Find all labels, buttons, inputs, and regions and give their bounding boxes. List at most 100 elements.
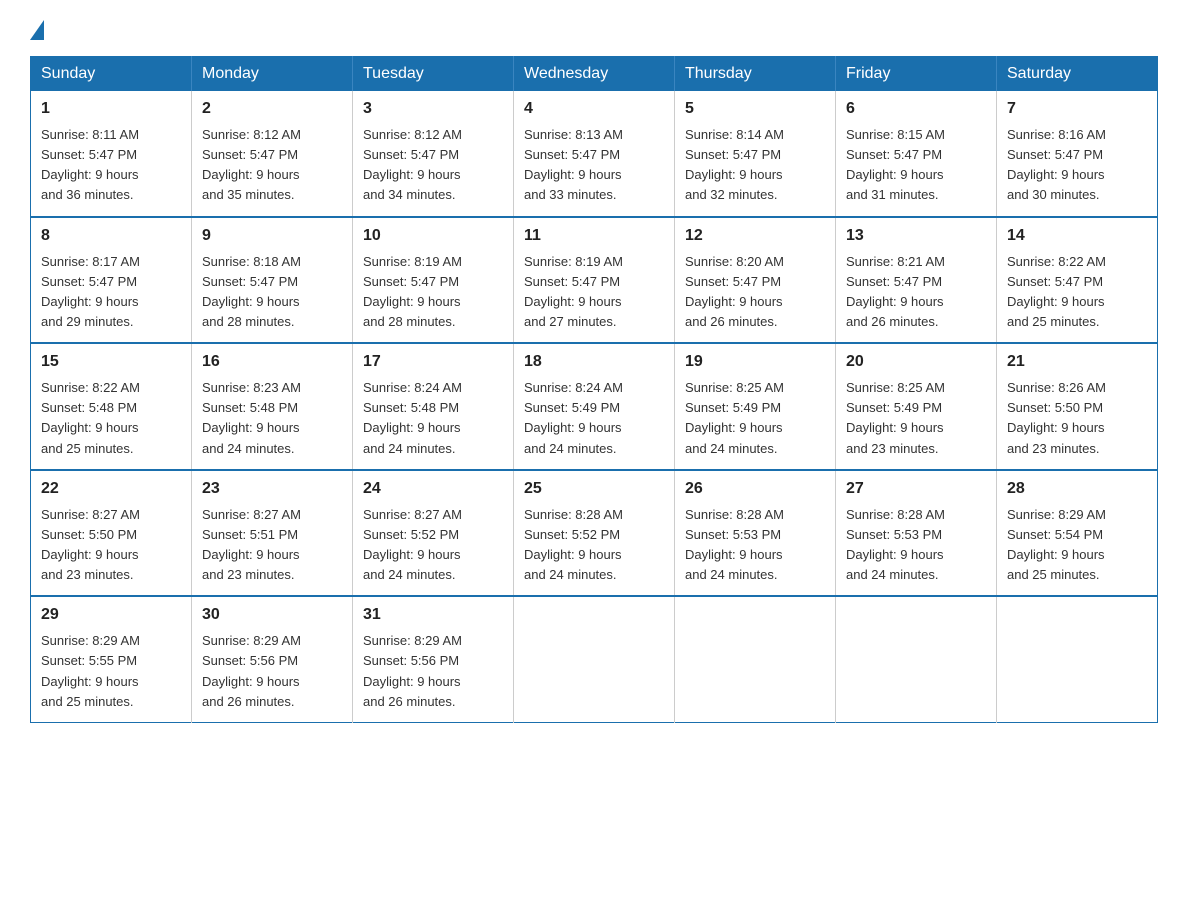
calendar-cell: 27 Sunrise: 8:28 AMSunset: 5:53 PMDayligh… <box>836 470 997 597</box>
calendar-cell <box>675 596 836 722</box>
day-number: 20 <box>846 350 986 374</box>
day-number: 26 <box>685 477 825 501</box>
calendar-week-row: 22Sunrise: 8:27 AMSunset: 5:50 PMDayligh… <box>31 470 1158 597</box>
weekday-header-monday: Monday <box>192 57 353 92</box>
calendar-cell: 8Sunrise: 8:17 AMSunset: 5:47 PMDaylight… <box>31 217 192 344</box>
day-number: 15 <box>41 350 181 374</box>
day-info: Sunrise: 8:15 AMSunset: 5:47 PMDaylight:… <box>846 127 945 202</box>
day-info: Sunrise: 8:16 AMSunset: 5:47 PMDaylight:… <box>1007 127 1106 202</box>
calendar-cell: 19 Sunrise: 8:25 AMSunset: 5:49 PMDayligh… <box>675 343 836 470</box>
day-info: Sunrise: 8:28 AMSunset: 5:53 PMDaylight:… <box>846 507 945 582</box>
calendar-cell <box>836 596 997 722</box>
calendar-week-row: 1Sunrise: 8:11 AMSunset: 5:47 PMDaylight… <box>31 91 1158 217</box>
calendar-cell <box>514 596 675 722</box>
day-number: 2 <box>202 97 342 121</box>
day-number: 30 <box>202 603 342 627</box>
day-number: 17 <box>363 350 503 374</box>
calendar-cell: 1Sunrise: 8:11 AMSunset: 5:47 PMDaylight… <box>31 91 192 217</box>
day-number: 21 <box>1007 350 1147 374</box>
day-number: 3 <box>363 97 503 121</box>
calendar-cell: 18 Sunrise: 8:24 AMSunset: 5:49 PMDayligh… <box>514 343 675 470</box>
day-number: 18 <box>524 350 664 374</box>
weekday-header-thursday: Thursday <box>675 57 836 92</box>
calendar-cell: 12Sunrise: 8:20 AMSunset: 5:47 PMDayligh… <box>675 217 836 344</box>
day-info: Sunrise: 8:19 AMSunset: 5:47 PMDaylight:… <box>363 254 462 329</box>
calendar-cell: 9 Sunrise: 8:18 AMSunset: 5:47 PMDaylight… <box>192 217 353 344</box>
day-info: Sunrise: 8:24 AMSunset: 5:49 PMDaylight:… <box>524 380 623 455</box>
day-info: Sunrise: 8:22 AMSunset: 5:48 PMDaylight:… <box>41 380 140 455</box>
calendar-table: SundayMondayTuesdayWednesdayThursdayFrid… <box>30 56 1158 723</box>
day-number: 19 <box>685 350 825 374</box>
calendar-cell: 20 Sunrise: 8:25 AMSunset: 5:49 PMDayligh… <box>836 343 997 470</box>
calendar-week-row: 8Sunrise: 8:17 AMSunset: 5:47 PMDaylight… <box>31 217 1158 344</box>
page-header <box>30 20 1158 36</box>
day-info: Sunrise: 8:27 AMSunset: 5:52 PMDaylight:… <box>363 507 462 582</box>
day-info: Sunrise: 8:29 AMSunset: 5:56 PMDaylight:… <box>202 633 301 708</box>
calendar-cell: 28 Sunrise: 8:29 AMSunset: 5:54 PMDayligh… <box>997 470 1158 597</box>
day-number: 24 <box>363 477 503 501</box>
day-number: 11 <box>524 224 664 248</box>
day-info: Sunrise: 8:25 AMSunset: 5:49 PMDaylight:… <box>685 380 784 455</box>
day-info: Sunrise: 8:20 AMSunset: 5:47 PMDaylight:… <box>685 254 784 329</box>
day-info: Sunrise: 8:13 AMSunset: 5:47 PMDaylight:… <box>524 127 623 202</box>
calendar-cell: 24 Sunrise: 8:27 AMSunset: 5:52 PMDayligh… <box>353 470 514 597</box>
calendar-cell: 3 Sunrise: 8:12 AMSunset: 5:47 PMDaylight… <box>353 91 514 217</box>
weekday-header-sunday: Sunday <box>31 57 192 92</box>
calendar-cell: 7 Sunrise: 8:16 AMSunset: 5:47 PMDaylight… <box>997 91 1158 217</box>
day-info: Sunrise: 8:26 AMSunset: 5:50 PMDaylight:… <box>1007 380 1106 455</box>
day-info: Sunrise: 8:25 AMSunset: 5:49 PMDaylight:… <box>846 380 945 455</box>
day-number: 23 <box>202 477 342 501</box>
day-number: 16 <box>202 350 342 374</box>
day-number: 25 <box>524 477 664 501</box>
day-number: 9 <box>202 224 342 248</box>
day-info: Sunrise: 8:14 AMSunset: 5:47 PMDaylight:… <box>685 127 784 202</box>
day-number: 29 <box>41 603 181 627</box>
calendar-cell: 26 Sunrise: 8:28 AMSunset: 5:53 PMDayligh… <box>675 470 836 597</box>
day-info: Sunrise: 8:12 AMSunset: 5:47 PMDaylight:… <box>363 127 462 202</box>
day-number: 4 <box>524 97 664 121</box>
day-info: Sunrise: 8:29 AMSunset: 5:55 PMDaylight:… <box>41 633 140 708</box>
calendar-cell: 16 Sunrise: 8:23 AMSunset: 5:48 PMDayligh… <box>192 343 353 470</box>
day-number: 5 <box>685 97 825 121</box>
day-number: 13 <box>846 224 986 248</box>
day-info: Sunrise: 8:28 AMSunset: 5:53 PMDaylight:… <box>685 507 784 582</box>
day-number: 10 <box>363 224 503 248</box>
day-info: Sunrise: 8:29 AMSunset: 5:54 PMDaylight:… <box>1007 507 1106 582</box>
day-info: Sunrise: 8:24 AMSunset: 5:48 PMDaylight:… <box>363 380 462 455</box>
calendar-cell: 25 Sunrise: 8:28 AMSunset: 5:52 PMDayligh… <box>514 470 675 597</box>
day-info: Sunrise: 8:12 AMSunset: 5:47 PMDaylight:… <box>202 127 301 202</box>
day-info: Sunrise: 8:29 AMSunset: 5:56 PMDaylight:… <box>363 633 462 708</box>
calendar-header-row: SundayMondayTuesdayWednesdayThursdayFrid… <box>31 57 1158 92</box>
calendar-cell: 13Sunrise: 8:21 AMSunset: 5:47 PMDayligh… <box>836 217 997 344</box>
day-number: 31 <box>363 603 503 627</box>
logo-arrow-icon <box>30 20 44 40</box>
day-info: Sunrise: 8:23 AMSunset: 5:48 PMDaylight:… <box>202 380 301 455</box>
day-info: Sunrise: 8:28 AMSunset: 5:52 PMDaylight:… <box>524 507 623 582</box>
day-number: 14 <box>1007 224 1147 248</box>
day-number: 27 <box>846 477 986 501</box>
day-number: 28 <box>1007 477 1147 501</box>
calendar-cell: 17 Sunrise: 8:24 AMSunset: 5:48 PMDayligh… <box>353 343 514 470</box>
day-number: 1 <box>41 97 181 121</box>
calendar-cell: 10 Sunrise: 8:19 AMSunset: 5:47 PMDayligh… <box>353 217 514 344</box>
weekday-header-tuesday: Tuesday <box>353 57 514 92</box>
calendar-cell <box>997 596 1158 722</box>
logo <box>30 20 44 36</box>
calendar-cell: 22Sunrise: 8:27 AMSunset: 5:50 PMDayligh… <box>31 470 192 597</box>
calendar-cell: 11Sunrise: 8:19 AMSunset: 5:47 PMDayligh… <box>514 217 675 344</box>
day-info: Sunrise: 8:27 AMSunset: 5:51 PMDaylight:… <box>202 507 301 582</box>
calendar-cell: 15 Sunrise: 8:22 AMSunset: 5:48 PMDayligh… <box>31 343 192 470</box>
calendar-week-row: 15 Sunrise: 8:22 AMSunset: 5:48 PMDayligh… <box>31 343 1158 470</box>
day-info: Sunrise: 8:27 AMSunset: 5:50 PMDaylight:… <box>41 507 140 582</box>
day-number: 6 <box>846 97 986 121</box>
weekday-header-saturday: Saturday <box>997 57 1158 92</box>
day-info: Sunrise: 8:22 AMSunset: 5:47 PMDaylight:… <box>1007 254 1106 329</box>
day-number: 8 <box>41 224 181 248</box>
calendar-cell: 30 Sunrise: 8:29 AMSunset: 5:56 PMDayligh… <box>192 596 353 722</box>
calendar-cell: 2 Sunrise: 8:12 AMSunset: 5:47 PMDaylight… <box>192 91 353 217</box>
calendar-cell: 31 Sunrise: 8:29 AMSunset: 5:56 PMDayligh… <box>353 596 514 722</box>
day-info: Sunrise: 8:18 AMSunset: 5:47 PMDaylight:… <box>202 254 301 329</box>
calendar-cell: 4 Sunrise: 8:13 AMSunset: 5:47 PMDaylight… <box>514 91 675 217</box>
day-number: 7 <box>1007 97 1147 121</box>
weekday-header-wednesday: Wednesday <box>514 57 675 92</box>
